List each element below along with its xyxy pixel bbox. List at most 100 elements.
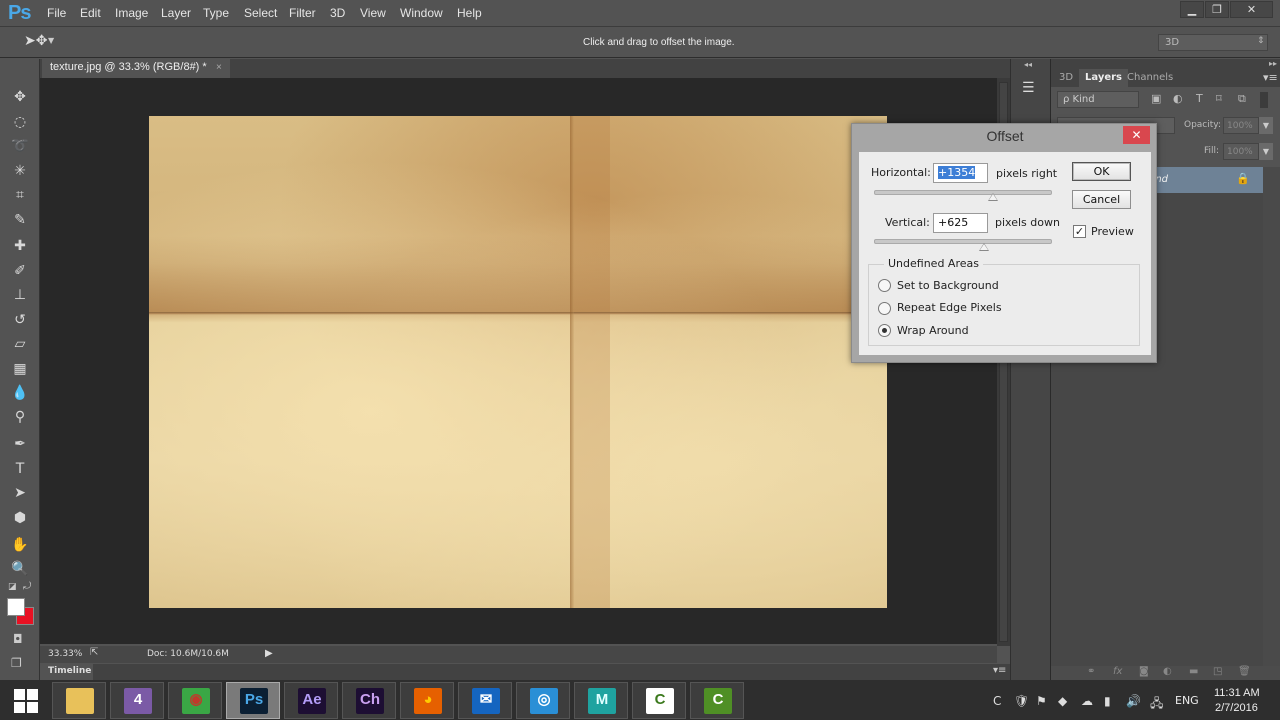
eyedropper-tool-icon[interactable]: ✎ bbox=[9, 209, 31, 231]
eraser-tool-icon[interactable]: ▱ bbox=[9, 333, 31, 355]
ok-button[interactable]: OK bbox=[1072, 162, 1131, 181]
restore-button[interactable]: ❐ bbox=[1205, 1, 1229, 18]
horizontal-slider[interactable] bbox=[874, 190, 1052, 195]
blur-tool-icon[interactable]: 💧 bbox=[9, 382, 31, 404]
zoom-tool-icon[interactable]: 🔍 bbox=[9, 558, 31, 580]
expand-panels-icon[interactable]: ▸▸ bbox=[1269, 59, 1277, 68]
kind-filter-select[interactable]: ρ Kind bbox=[1057, 91, 1139, 108]
default-colors-icon[interactable]: ◪ bbox=[8, 582, 17, 592]
healing-brush-tool-icon[interactable]: ✚ bbox=[9, 235, 31, 257]
timeline-menu-icon[interactable]: ▾≡ bbox=[993, 665, 1006, 676]
menu-layer[interactable]: Layer bbox=[161, 6, 191, 20]
nvidia-icon[interactable]: ◆ bbox=[1058, 694, 1067, 708]
taskbar-app-camtasia-recorder[interactable]: C bbox=[632, 682, 686, 719]
dialog-close-button[interactable]: ✕ bbox=[1123, 126, 1150, 144]
type-tool-icon[interactable]: T bbox=[9, 458, 31, 480]
radio-set-to-background[interactable] bbox=[878, 279, 891, 292]
new-group-icon[interactable]: ▬ bbox=[1189, 666, 1198, 677]
texture-image[interactable] bbox=[149, 116, 887, 608]
horizontal-slider-thumb[interactable] bbox=[988, 193, 999, 201]
zoom-level[interactable]: 33.33% bbox=[48, 649, 82, 659]
move-tool-icon[interactable]: ✥ bbox=[9, 86, 31, 108]
option-wrap-around[interactable]: Wrap Around bbox=[897, 324, 969, 337]
vertical-input[interactable]: +625 bbox=[933, 213, 988, 233]
menu-select[interactable]: Select bbox=[244, 6, 277, 20]
taskbar-app-firefox[interactable]: ◕ bbox=[400, 682, 454, 719]
panel-menu-icon[interactable]: ▾≡ bbox=[1263, 71, 1278, 84]
crop-tool-icon[interactable]: ⌗ bbox=[9, 184, 31, 206]
clock-time[interactable]: 11:31 AM bbox=[1214, 687, 1260, 699]
layers-scrollbar[interactable] bbox=[1263, 167, 1280, 667]
cancel-button[interactable]: Cancel bbox=[1072, 190, 1131, 209]
swap-colors-icon[interactable]: ⤾ bbox=[23, 581, 31, 592]
taskbar-app-camtasia-studio[interactable]: C bbox=[690, 682, 744, 719]
foreground-color-swatch[interactable] bbox=[7, 598, 25, 616]
network-icon[interactable]: 🖧 bbox=[1150, 694, 1163, 715]
fill-dropdown-icon[interactable]: ▼ bbox=[1259, 143, 1273, 160]
menu-help[interactable]: Help bbox=[457, 6, 482, 20]
dodge-tool-icon[interactable]: ⚲ bbox=[9, 406, 31, 428]
taskbar-app-after-effects[interactable]: Ae bbox=[284, 682, 338, 719]
taskbar-app-photoshop[interactable]: Ps bbox=[226, 682, 280, 719]
close-tab-icon[interactable]: × bbox=[216, 62, 222, 73]
menu-3d[interactable]: 3D bbox=[330, 6, 345, 20]
menu-type[interactable]: Type bbox=[203, 6, 229, 20]
clock-date[interactable]: 2/7/2016 bbox=[1215, 702, 1258, 714]
taskbar-app-maya[interactable]: M bbox=[574, 682, 628, 719]
path-selection-tool-icon[interactable]: ➤ bbox=[9, 482, 31, 504]
shape-tool-icon[interactable]: ⬢ bbox=[9, 507, 31, 529]
document-tab[interactable]: texture.jpg @ 33.3% (RGB/8#) * × bbox=[42, 59, 230, 78]
clone-stamp-tool-icon[interactable]: ⊥ bbox=[9, 284, 31, 306]
new-layer-icon[interactable]: ◳ bbox=[1213, 666, 1222, 677]
menu-file[interactable]: File bbox=[47, 6, 66, 20]
brush-tool-icon[interactable]: ✐ bbox=[9, 260, 31, 282]
fill-input[interactable]: 100% bbox=[1223, 143, 1259, 160]
filter-smart-object-icon[interactable]: ⧉ bbox=[1238, 92, 1246, 106]
radio-repeat-edge-pixels[interactable] bbox=[878, 302, 891, 315]
screen-mode-icon[interactable]: ❐ bbox=[11, 656, 22, 670]
delete-layer-icon[interactable]: 🗑 bbox=[1238, 666, 1251, 677]
add-mask-icon[interactable]: ◙ bbox=[1139, 666, 1149, 677]
gradient-tool-icon[interactable]: ▦ bbox=[9, 358, 31, 380]
filter-type-icon[interactable]: T bbox=[1196, 92, 1203, 105]
security-icon[interactable]: 🛡 bbox=[1014, 694, 1029, 708]
tab-3d[interactable]: 3D bbox=[1053, 69, 1079, 87]
tab-channels[interactable]: Channels bbox=[1121, 69, 1179, 87]
filter-shape-icon[interactable]: ⌑ bbox=[1216, 92, 1222, 105]
collapse-dock-icon[interactable]: ◂◂ bbox=[1024, 60, 1032, 69]
taskbar-app-file-explorer[interactable] bbox=[52, 682, 106, 719]
vertical-slider-thumb[interactable] bbox=[979, 243, 990, 251]
hand-tool-icon[interactable]: ✋ bbox=[9, 534, 31, 556]
taskbar-app-app-4[interactable]: 4 bbox=[110, 682, 164, 719]
volume-icon[interactable]: 🔊 bbox=[1126, 694, 1141, 708]
pen-tool-icon[interactable]: ✒ bbox=[9, 433, 31, 455]
onedrive-icon[interactable]: ☁ bbox=[1081, 694, 1093, 708]
menu-filter[interactable]: Filter bbox=[289, 6, 316, 20]
taskbar-app-mail[interactable]: ✉ bbox=[458, 682, 512, 719]
option-set-to-background[interactable]: Set to Background bbox=[897, 279, 999, 292]
flag-icon[interactable]: ⚑ bbox=[1036, 694, 1047, 708]
workspace-select[interactable]: 3D ⇕ bbox=[1158, 34, 1268, 51]
taskbar-app-character-animator[interactable]: Ch bbox=[342, 682, 396, 719]
filter-pixel-icon[interactable]: ▣ bbox=[1151, 92, 1161, 105]
timeline-tab[interactable]: Timeline bbox=[40, 664, 93, 680]
magic-wand-tool-icon[interactable]: ✳ bbox=[9, 160, 31, 182]
lasso-tool-icon[interactable]: ➰ bbox=[9, 135, 31, 157]
taskbar-app-photo-app[interactable]: ◉ bbox=[168, 682, 222, 719]
start-button[interactable] bbox=[14, 689, 38, 713]
opacity-input[interactable]: 100% bbox=[1223, 117, 1259, 134]
taskbar-app-camera-raw[interactable]: ◎ bbox=[516, 682, 570, 719]
radio-wrap-around[interactable] bbox=[878, 324, 891, 337]
adjustment-layer-icon[interactable]: ◐ bbox=[1163, 666, 1172, 677]
opacity-dropdown-icon[interactable]: ▼ bbox=[1259, 117, 1273, 134]
move-tool-icon[interactable]: ➤✥ bbox=[24, 33, 47, 49]
option-repeat-edge-pixels[interactable]: Repeat Edge Pixels bbox=[897, 301, 1002, 314]
link-layers-icon[interactable]: ⚭ bbox=[1087, 666, 1095, 677]
menu-image[interactable]: Image bbox=[115, 6, 148, 20]
menu-edit[interactable]: Edit bbox=[80, 6, 101, 20]
language-indicator[interactable]: ENG bbox=[1175, 694, 1199, 707]
preview-checkbox[interactable]: ✓ bbox=[1073, 225, 1086, 238]
menu-window[interactable]: Window bbox=[400, 6, 443, 20]
vertical-slider[interactable] bbox=[874, 239, 1052, 244]
tool-preset-dropdown-icon[interactable]: ▼ bbox=[48, 36, 54, 45]
